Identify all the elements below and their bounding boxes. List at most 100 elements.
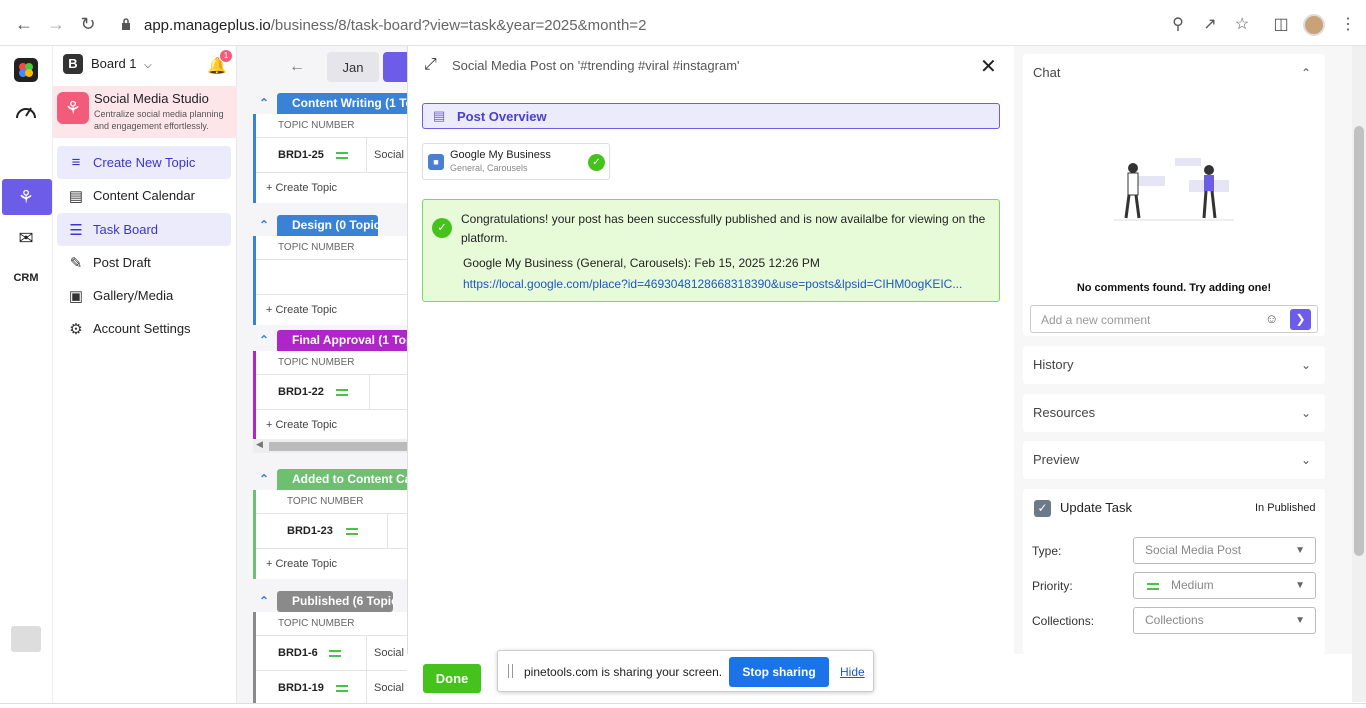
topic-id: BRD1-25 <box>278 149 324 161</box>
table-row[interactable]: BRD1-19 Social <box>256 671 407 706</box>
history-label: History <box>1033 357 1074 372</box>
comment-input[interactable]: Add a new comment ☺ ❯ <box>1030 305 1318 333</box>
sidebar: B Board 1 ⌵ 🔔 1 ⚘ Social Media Studio Ce… <box>53 46 237 708</box>
group-header-added-to-content-calendar[interactable]: Added to Content Calendar <box>277 469 407 490</box>
bottom-edge <box>0 703 1366 708</box>
social-studio-icon[interactable]: ⚘ <box>10 181 42 213</box>
address-bar[interactable]: app.manageplus.io/business/8/task-board?… <box>144 17 646 34</box>
type-value: Social Media Post <box>1145 543 1242 557</box>
table-row[interactable]: BRD1-6 Social <box>256 636 407 671</box>
emoji-icon[interactable]: ☺ <box>1265 311 1278 326</box>
calendar-icon: ▤ <box>68 187 84 205</box>
sidepanel-icon[interactable]: ◫ <box>1271 14 1291 34</box>
add-list-icon: ≡ <box>71 154 81 171</box>
group-published: TOPIC NUMBER BRD1-6 Social BRD1-19 Social <box>253 612 407 706</box>
drag-handle-icon[interactable] <box>508 664 513 678</box>
chevron-up-icon: ⌃ <box>1300 66 1311 80</box>
success-alert: ✓ Congratulations! your post has been su… <box>422 199 1000 302</box>
collections-label: Collections: <box>1032 614 1095 628</box>
table-row[interactable]: BRD1-25 Social <box>256 138 407 173</box>
sidebar-item-create-new-topic[interactable]: ≡ Create New Topic <box>57 146 231 179</box>
empty-chat-message: No comments found. Try adding one! <box>1076 282 1272 294</box>
scrollbar-thumb[interactable] <box>1354 126 1364 556</box>
collections-value: Collections <box>1145 613 1204 627</box>
collapse-caret-icon[interactable]: ⌃ <box>259 594 269 608</box>
post-overview-header[interactable]: ▤ Post Overview <box>422 103 1000 129</box>
collapse-caret-icon[interactable]: ⌃ <box>259 218 269 232</box>
task-board: ← Jan ⌃ Content Writing (1 Topic) TOPIC … <box>237 46 407 708</box>
hide-link[interactable]: Hide <box>840 665 865 679</box>
group-header-final-approval[interactable]: Final Approval (1 Topic) <box>277 330 407 351</box>
column-header: TOPIC NUMBER <box>256 351 407 375</box>
column-header: TOPIC NUMBER <box>256 236 407 260</box>
preview-label: Preview <box>1033 452 1080 467</box>
zoom-icon[interactable]: ⚲ <box>1168 14 1188 34</box>
forward-icon[interactable]: → <box>46 14 66 34</box>
column-header: TOPIC NUMBER <box>256 490 407 514</box>
collapse-caret-icon[interactable]: ⌃ <box>259 333 269 347</box>
sidebar-item-label: Gallery/Media <box>93 288 174 303</box>
group-design: TOPIC NUMBER + Create Topic <box>253 236 407 325</box>
chevron-down-icon: ⌄ <box>1300 453 1311 467</box>
dropdown-caret-icon: ▼ <box>1295 545 1305 556</box>
studio-header: ⚘ Social Media Studio Centralize social … <box>53 86 237 138</box>
resources-section[interactable]: Resources ⌄ <box>1023 394 1325 432</box>
group-header-content-writing[interactable]: Content Writing (1 Topic) <box>277 93 407 114</box>
type-select[interactable]: Social Media Post ▼ <box>1133 537 1316 564</box>
group-header-design[interactable]: Design (0 Topic) <box>277 215 378 236</box>
user-photo[interactable] <box>11 626 41 652</box>
chat-header[interactable]: Chat ⌃ <box>1023 54 1325 91</box>
sidebar-item-gallery-media[interactable]: ▣ Gallery/Media <box>57 279 231 312</box>
board-name: Board 1 <box>91 56 137 71</box>
dashboard-gauge-icon[interactable] <box>10 96 42 128</box>
history-section[interactable]: History ⌄ <box>1023 346 1325 384</box>
prev-month-arrow-icon[interactable]: ← <box>289 58 305 76</box>
share-icon[interactable]: ↗ <box>1200 14 1220 34</box>
resources-label: Resources <box>1033 405 1096 420</box>
done-button[interactable]: Done <box>423 664 481 693</box>
group-header-published[interactable]: Published (6 Topic) <box>277 591 393 612</box>
create-topic-link[interactable]: + Create Topic <box>256 295 407 325</box>
table-row[interactable]: BRD1-23 <box>256 514 407 549</box>
notification-count: 1 <box>220 50 232 62</box>
page-scrollbar[interactable] <box>1352 46 1366 702</box>
create-topic-link[interactable]: + Create Topic <box>256 410 407 440</box>
modal-title: Social Media Post on '#trending #viral #… <box>452 58 740 73</box>
menu-kebab-icon[interactable]: ⋮ <box>1338 14 1358 34</box>
create-topic-link[interactable]: + Create Topic <box>256 173 407 203</box>
collections-select[interactable]: Collections ▼ <box>1133 607 1316 634</box>
crm-icon[interactable]: CRM <box>10 262 42 294</box>
scroll-left-icon[interactable]: ◀ <box>256 439 263 450</box>
topic-type: Social <box>374 647 404 659</box>
horizontal-scrollbar[interactable]: ◀ <box>253 439 407 453</box>
month-tab[interactable]: Jan <box>327 52 379 82</box>
expand-icon[interactable]: ⤢ <box>424 56 437 74</box>
sidebar-item-task-board[interactable]: ☰ Task Board <box>57 213 231 246</box>
profile-avatar[interactable] <box>1303 14 1325 36</box>
app-logo-icon[interactable] <box>10 54 42 86</box>
sidebar-item-account-settings[interactable]: ⚙ Account Settings <box>57 312 231 345</box>
back-icon[interactable]: ← <box>14 14 34 34</box>
reload-icon[interactable]: ↻ <box>78 14 98 34</box>
update-task-checkbox[interactable]: ✓ <box>1034 500 1051 517</box>
bookmark-star-icon[interactable]: ☆ <box>1232 14 1252 34</box>
sidebar-item-content-calendar[interactable]: ▤ Content Calendar <box>57 179 231 212</box>
published-post-link[interactable]: https://local.google.com/place?id=469304… <box>463 277 991 291</box>
collapse-caret-icon[interactable]: ⌃ <box>259 472 269 486</box>
create-topic-link[interactable]: + Create Topic <box>256 549 407 579</box>
send-button[interactable]: ❯ <box>1290 309 1311 330</box>
post-overview-label: Post Overview <box>457 109 547 124</box>
priority-medium-icon <box>346 528 358 535</box>
preview-section[interactable]: Preview ⌄ <box>1023 441 1325 479</box>
table-row[interactable]: BRD1-22 <box>256 375 407 410</box>
chevron-down-icon: ⌄ <box>1300 358 1311 372</box>
email-campaign-icon[interactable]: ✉ <box>10 222 42 254</box>
platform-card[interactable]: ■ Google My Business General, Carousels … <box>422 143 610 180</box>
stop-sharing-button[interactable]: Stop sharing <box>729 657 829 687</box>
month-tab-active[interactable] <box>383 52 407 82</box>
board-selector[interactable]: Board 1 ⌵ <box>91 56 152 71</box>
sidebar-item-post-draft[interactable]: ✎ Post Draft <box>57 246 231 279</box>
close-icon[interactable]: ✕ <box>980 54 997 79</box>
collapse-caret-icon[interactable]: ⌃ <box>259 96 269 110</box>
priority-select[interactable]: Medium ▼ <box>1133 572 1316 599</box>
